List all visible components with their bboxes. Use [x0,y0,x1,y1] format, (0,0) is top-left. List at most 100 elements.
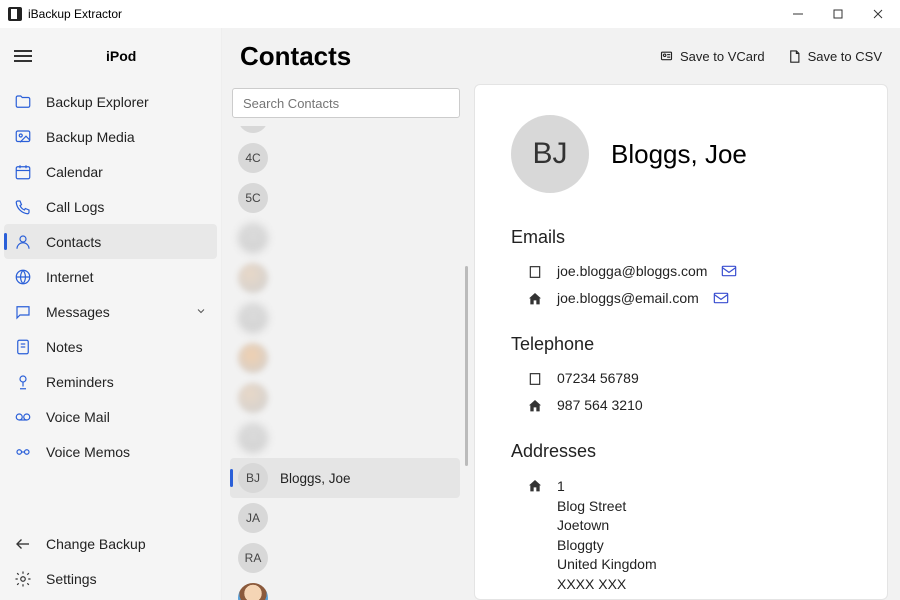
maximize-button[interactable] [818,0,858,28]
address-line: Blog Street [557,497,657,517]
address-line: Bloggty [557,536,657,556]
address-row: 1 Blog Street Joetown Bloggty United Kin… [511,472,851,600]
nav-label: Call Logs [46,199,104,215]
sidebar-item-call-logs[interactable]: Call Logs [0,189,221,224]
email-row: joe.blogga@bloggs.com [511,258,851,285]
avatar-initials: 5C [238,183,268,213]
avatar [238,303,268,333]
mail-icon[interactable] [713,291,729,305]
avatar [238,423,268,453]
search-input[interactable] [232,88,460,118]
phone-icon [14,198,32,216]
list-item[interactable]: RA [230,538,460,578]
image-icon [14,128,32,146]
list-item-selected[interactable]: BJ Bloggs, Joe [230,458,460,498]
email-value: joe.blogga@bloggs.com [557,263,707,279]
window-titlebar: iBackup Extractor [0,0,900,28]
sidebar-item-backup-media[interactable]: Backup Media [0,119,221,154]
sidebar-item-reminders[interactable]: Reminders [0,364,221,399]
contact-avatar: BJ [511,115,589,193]
globe-icon [14,268,32,286]
nav-label: Backup Explorer [46,94,149,110]
avatar-initials: JA [238,503,268,533]
sidebar-item-backup-explorer[interactable]: Backup Explorer [0,84,221,119]
avatar [238,583,268,600]
building-icon [527,371,543,387]
contact-list-name: Bloggs, Joe [280,471,351,486]
contact-list-column: JC 4C 5C BJ Bloggs, [222,84,470,600]
close-button[interactable] [858,0,898,28]
save-csv-button[interactable]: Save to CSV [787,49,882,64]
nav-label: Messages [46,304,110,320]
sidebar-item-internet[interactable]: Internet [0,259,221,294]
action-label: Save to CSV [808,49,882,64]
sidebar-item-change-backup[interactable]: Change Backup [0,526,221,561]
list-item[interactable]: JA [230,498,460,538]
contact-name: Bloggs, Joe [611,139,747,170]
scrollbar[interactable] [465,266,468,466]
address-line: Joetown [557,516,657,536]
window-controls [778,0,898,28]
list-item[interactable] [230,418,460,458]
nav-label: Voice Memos [46,444,130,460]
mail-icon[interactable] [721,264,737,278]
avatar-initials: JC [238,126,268,133]
reminders-icon [14,373,32,391]
avatar [238,383,268,413]
list-item[interactable] [230,258,460,298]
sidebar-item-calendar[interactable]: Calendar [0,154,221,189]
voice-memos-icon [14,443,32,461]
list-item[interactable]: 4C [230,138,460,178]
address-line: United Kingdom [557,555,657,575]
vcard-icon [659,49,674,64]
address-line: XXXX XXX [557,575,657,595]
message-icon [14,303,32,321]
sidebar-item-voice-memos[interactable]: Voice Memos [0,434,221,469]
avatar-initials: 4C [238,143,268,173]
nav-label: Settings [46,571,97,587]
sidebar: iPod Backup Explorer Backup Media Calend… [0,28,222,600]
folder-icon [14,93,32,111]
list-item[interactable] [230,578,460,600]
nav-label: Calendar [46,164,103,180]
sidebar-item-messages[interactable]: Messages [0,294,221,329]
calendar-icon [14,163,32,181]
sidebar-item-contacts[interactable]: Contacts [4,224,217,259]
voicemail-icon [14,408,32,426]
avatar-initials: RA [238,543,268,573]
hamburger-icon[interactable] [14,50,32,62]
minimize-button[interactable] [778,0,818,28]
list-item[interactable] [230,218,460,258]
list-item[interactable] [230,378,460,418]
avatar-initials: BJ [238,463,268,493]
sidebar-item-notes[interactable]: Notes [0,329,221,364]
phone-row: 987 564 3210 [511,392,851,419]
telephone-heading: Telephone [511,334,851,355]
home-icon [527,291,543,307]
nav-label: Internet [46,269,93,285]
phone-value: 07234 56789 [557,370,639,386]
list-item[interactable] [230,298,460,338]
chevron-down-icon [195,304,207,320]
page-title: Contacts [240,41,351,72]
back-arrow-icon [14,535,32,553]
save-vcard-button[interactable]: Save to VCard [659,49,765,64]
list-item[interactable] [230,338,460,378]
email-row: joe.bloggs@email.com [511,285,851,312]
nav-label: Notes [46,339,83,355]
avatar [238,263,268,293]
addresses-heading: Addresses [511,441,851,462]
list-item[interactable]: JC [230,126,460,138]
contact-detail-panel: BJ Bloggs, Joe Emails joe.blogga@bloggs.… [470,84,900,600]
gear-icon [14,570,32,588]
sidebar-item-settings[interactable]: Settings [0,561,221,596]
list-item[interactable]: 5C [230,178,460,218]
notes-icon [14,338,32,356]
csv-icon [787,49,802,64]
building-icon [527,264,543,280]
phone-value: 987 564 3210 [557,397,643,413]
sidebar-item-voice-mail[interactable]: Voice Mail [0,399,221,434]
contacts-icon [14,233,32,251]
nav-label: Contacts [46,234,101,250]
avatar [238,223,268,253]
